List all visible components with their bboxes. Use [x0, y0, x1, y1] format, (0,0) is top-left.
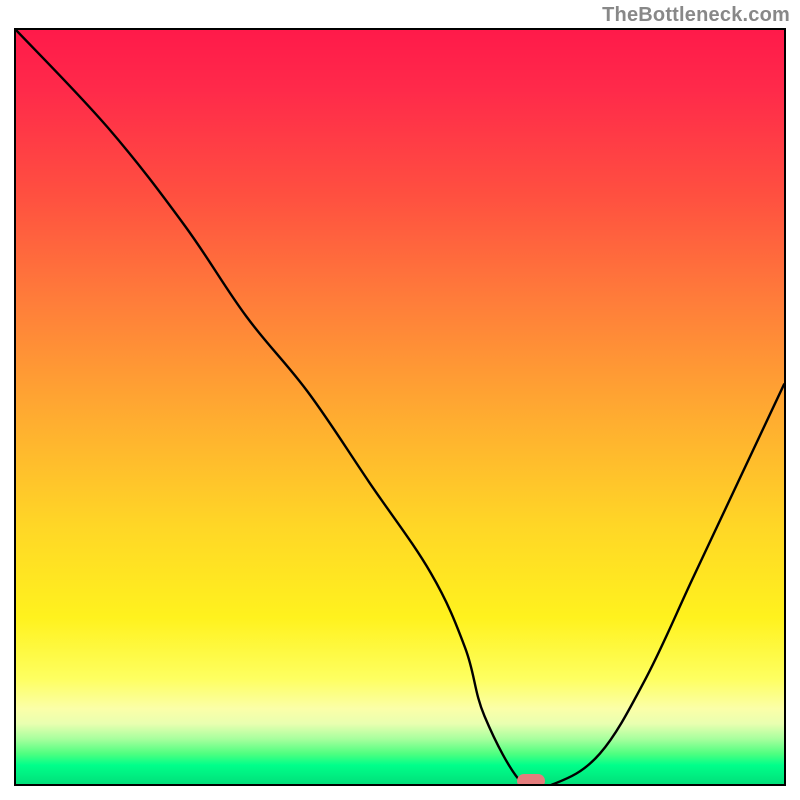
bottleneck-curve — [16, 30, 784, 784]
plot-frame — [14, 28, 786, 786]
optimal-marker — [517, 774, 545, 786]
curve-path — [16, 30, 784, 784]
chart-container: TheBottleneck.com — [0, 0, 800, 800]
watermark-text: TheBottleneck.com — [602, 4, 790, 27]
